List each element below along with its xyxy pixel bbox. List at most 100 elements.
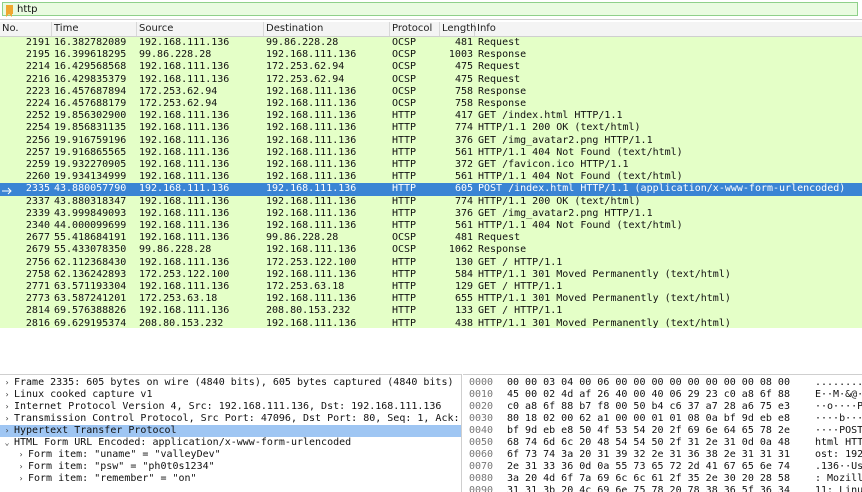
chevron-right-icon[interactable]: ›	[2, 425, 12, 437]
chevron-right-icon[interactable]: ›	[2, 413, 12, 425]
cell-no: 2256	[25, 134, 50, 146]
bytes-ascii[interactable]: ost: 192	[815, 449, 862, 461]
detail-tree-item[interactable]: › Linux cooked capture v1	[0, 389, 461, 401]
cell-protocol: OCSP	[392, 244, 417, 256]
cell-time: 16.457688179	[54, 98, 127, 109]
bytes-hex[interactable]: 80 18 02 00 62 a1 00 00 01 01 08 0a bf 9…	[507, 413, 790, 425]
chevron-right-icon[interactable]: ›	[2, 401, 12, 413]
bytes-ascii[interactable]: ····b···	[815, 413, 862, 425]
cell-destination: 192.168.111.136	[266, 85, 357, 97]
bytes-offset[interactable]: 0080	[469, 473, 493, 485]
packet-row-selected[interactable]: 2335 43.880057790 192.168.111.136 192.168.1…	[0, 183, 862, 196]
bytes-ascii[interactable]: ··o····P	[815, 401, 862, 413]
bytes-hex[interactable]: c0 a8 6f 88 b7 f8 00 50 b4 c6 37 a7 28 a…	[507, 401, 790, 413]
cell-source: 192.168.111.136	[139, 281, 230, 292]
display-filter-input[interactable]: http	[2, 2, 858, 17]
packet-row[interactable]: 2679 55.433078350 99.86.228.28 192.168.111.…	[0, 244, 862, 257]
packet-row[interactable]: 2771 63.571193304 192.168.111.136 172.253.6…	[0, 281, 862, 294]
detail-tree-item[interactable]: › Form item: "psw" = "ph0t0s1234"	[0, 461, 461, 473]
bytes-ascii[interactable]: E··M·&@·	[815, 389, 862, 401]
cell-source: 192.168.111.136	[139, 171, 230, 183]
detail-tree-item[interactable]: › Hypertext Transfer Protocol	[0, 425, 461, 437]
bytes-hex[interactable]: 68 74 6d 6c 20 48 54 54 50 2f 31 2e 31 0…	[507, 437, 790, 449]
bytes-offset[interactable]: 0030	[469, 413, 493, 425]
chevron-right-icon[interactable]: ›	[16, 473, 26, 485]
packet-row[interactable]: 2337 43.880318347 192.168.111.136 192.168.1…	[0, 195, 862, 208]
bytes-offset[interactable]: 0060	[469, 449, 493, 461]
column-header-protocol[interactable]: Protocol	[390, 22, 440, 36]
packet-row[interactable]: 2814 69.576388826 192.168.111.136 208.80.15…	[0, 305, 862, 318]
bytes-ascii[interactable]: ····POST	[815, 425, 862, 437]
packet-row[interactable]: 2214 16.429568568 192.168.111.136 172.253.6…	[0, 61, 862, 74]
packet-row[interactable]: 2773 63.587241201 172.253.63.18 192.168.111…	[0, 293, 862, 306]
packet-row[interactable]: 2256 19.916759196 192.168.111.136 192.168.1…	[0, 134, 862, 147]
bytes-hex[interactable]: 45 00 02 4d af 26 40 00 40 06 29 23 c0 a…	[507, 389, 790, 401]
bytes-ascii[interactable]: : Mozill	[815, 473, 862, 485]
bytes-row: 0020 c0 a8 6f 88 b7 f8 00 50 b4 c6 37 a7 …	[463, 401, 862, 413]
chevron-right-icon[interactable]: ›	[16, 449, 26, 461]
packet-row[interactable]: 2259 19.932270905 192.168.111.136 192.168.1…	[0, 159, 862, 172]
bytes-hex[interactable]: 2e 31 33 36 0d 0a 55 73 65 72 2d 41 67 6…	[507, 461, 790, 473]
packet-row[interactable]: 2224 16.457688179 172.253.62.94 192.168.111…	[0, 98, 862, 111]
cell-destination: 192.168.111.136	[266, 293, 357, 305]
packet-row[interactable]: 2677 55.418684191 192.168.111.136 99.86.228…	[0, 232, 862, 245]
packet-row[interactable]: 2216 16.429835379 192.168.111.136 172.253.6…	[0, 73, 862, 86]
chevron-down-icon[interactable]: ⌄	[2, 437, 12, 449]
bytes-ascii[interactable]: html HTT	[815, 437, 862, 449]
cell-destination: 192.168.111.136	[266, 134, 357, 146]
related-packet-arrow-icon	[2, 187, 12, 195]
packet-row[interactable]: 2195 16.399618295 99.86.228.28 192.168.111.…	[0, 49, 862, 62]
bytes-offset[interactable]: 0070	[469, 461, 493, 473]
bytes-offset[interactable]: 0010	[469, 389, 493, 401]
detail-tree-item[interactable]: › Transmission Control Protocol, Src Port…	[0, 413, 461, 425]
bytes-offset[interactable]: 0040	[469, 425, 493, 437]
detail-tree-label: Internet Protocol Version 4, Src: 192.16…	[14, 401, 442, 412]
packet-row[interactable]: 2758 62.136242893 172.253.122.100 192.168.1…	[0, 268, 862, 281]
cell-protocol: HTTP	[392, 195, 417, 207]
packet-row[interactable]: 2260 19.934134999 192.168.111.136 192.168.1…	[0, 171, 862, 184]
cell-source: 172.253.62.94	[139, 85, 218, 97]
cell-info: Request	[478, 232, 521, 244]
column-header-source[interactable]: Source	[137, 22, 264, 36]
cell-destination: 192.168.111.136	[266, 244, 357, 256]
detail-tree-label: Transmission Control Protocol, Src Port:…	[14, 413, 460, 424]
detail-tree-item[interactable]: ⌄ HTML Form URL Encoded: application/x-ww…	[0, 437, 461, 449]
chevron-right-icon[interactable]: ›	[2, 389, 12, 401]
column-header-length[interactable]: Length	[440, 22, 477, 36]
packet-row[interactable]: 2191 16.382782089 192.168.111.136 99.86.228…	[0, 37, 862, 50]
chevron-right-icon[interactable]: ›	[16, 461, 26, 473]
column-header-no[interactable]: No.	[0, 22, 52, 36]
column-header-destination[interactable]: Destination	[264, 22, 390, 36]
chevron-right-icon[interactable]: ›	[2, 377, 12, 389]
bytes-ascii[interactable]: ........	[815, 377, 862, 389]
detail-tree-item[interactable]: › Form item: "uname" = "valleyDev"	[0, 449, 461, 461]
cell-time: 19.856831135	[54, 122, 127, 134]
bookmark-icon[interactable]	[6, 5, 13, 17]
packet-row[interactable]: 2340 44.000099699 192.168.111.136 192.168.1…	[0, 220, 862, 233]
packet-row[interactable]: 2223 16.457687894 172.253.62.94 192.168.111…	[0, 85, 862, 98]
detail-tree-item[interactable]: › Form item: "remember" = "on"	[0, 473, 461, 485]
packet-row[interactable]: 2254 19.856831135 192.168.111.136 192.168.1…	[0, 122, 862, 135]
cell-protocol: OCSP	[392, 61, 417, 73]
bytes-hex[interactable]: 6f 73 74 3a 20 31 39 32 2e 31 36 38 2e 3…	[507, 449, 790, 461]
packet-row[interactable]: 2252 19.856302900 192.168.111.136 192.168.1…	[0, 110, 862, 123]
packet-row[interactable]: 2257 19.916865565 192.168.111.136 192.168.1…	[0, 146, 862, 159]
bytes-ascii[interactable]: .136··Us	[815, 461, 862, 473]
bytes-hex[interactable]: bf 9d eb e8 50 4f 53 54 20 2f 69 6e 64 6…	[507, 425, 790, 437]
cell-time: 16.457687894	[54, 85, 127, 97]
cell-length: 133	[454, 305, 473, 317]
column-header-time[interactable]: Time	[52, 22, 137, 36]
bytes-offset[interactable]: 0050	[469, 437, 493, 449]
packet-row[interactable]: 2339 43.999849093 192.168.111.136 192.168.1…	[0, 207, 862, 220]
detail-tree-item[interactable]: › Internet Protocol Version 4, Src: 192.1…	[0, 401, 461, 413]
bytes-hex[interactable]: 3a 20 4d 6f 7a 69 6c 6c 61 2f 35 2e 30 2…	[507, 473, 790, 485]
bytes-offset[interactable]: 0000	[469, 377, 493, 389]
packet-row[interactable]: 2756 62.112368430 192.168.111.136 172.253.1…	[0, 256, 862, 269]
cell-length: 774	[454, 122, 473, 134]
bytes-hex[interactable]: 00 00 03 04 00 06 00 00 00 00 00 00 00 0…	[507, 377, 790, 389]
column-header-info[interactable]: Info	[475, 22, 862, 36]
cell-destination: 192.168.111.136	[266, 98, 357, 109]
bytes-offset[interactable]: 0020	[469, 401, 493, 413]
detail-tree-item[interactable]: › Frame 2335: 605 bytes on wire (4840 bit…	[0, 377, 461, 389]
cell-source: 192.168.111.136	[139, 37, 230, 48]
